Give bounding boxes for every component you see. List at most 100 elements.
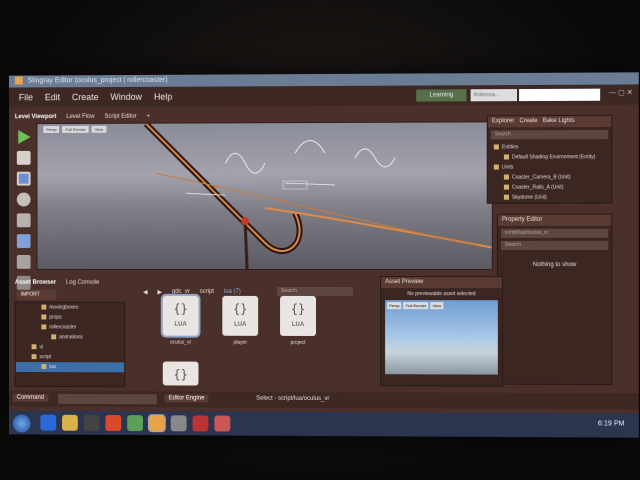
breadcrumb-script[interactable]: script <box>200 289 214 295</box>
app-icon[interactable] <box>105 414 122 431</box>
forward-icon[interactable]: ▶ <box>157 288 162 295</box>
explorer-item-label: Coaster_Camera_B (Unit) <box>511 174 571 181</box>
explorer-tree-item[interactable]: Units <box>488 162 612 172</box>
asset-tile-project[interactable]: {} LUA project <box>272 295 324 346</box>
gamepad-icon[interactable] <box>16 150 31 165</box>
asset-search-input[interactable]: Search <box>277 286 354 297</box>
entity-icon <box>503 194 509 200</box>
lua-file-icon: {} <box>162 361 199 386</box>
explorer-item-label: Default Shading Environment (Entity) <box>511 154 596 161</box>
import-button[interactable]: IMPORT <box>16 289 57 300</box>
asset-preview-panel: Asset Preview No previewable asset selec… <box>380 276 503 387</box>
asset-label: player <box>233 339 247 346</box>
asset-tile-player[interactable]: {} LUA player <box>214 295 266 346</box>
tab-create[interactable]: Create <box>519 118 537 124</box>
scale-tool-icon[interactable] <box>16 213 31 228</box>
browser-icon[interactable] <box>40 414 57 431</box>
tab-explorer[interactable]: Explorer <box>492 118 515 124</box>
explorer-tabs: Explorer Create Bake Lights <box>487 115 612 128</box>
import-label: IMPORT <box>20 291 40 298</box>
stingray-taskbar-icon[interactable] <box>147 414 166 433</box>
media-icon[interactable] <box>83 414 100 431</box>
asset-tree-label: rollercoaster <box>49 324 77 331</box>
menu-window[interactable]: Window <box>110 92 142 102</box>
entity-icon <box>503 154 509 160</box>
asset-label: oculus_vr <box>170 339 192 346</box>
property-search-input[interactable]: Search <box>500 240 609 250</box>
os-taskbar: 6:19 PM <box>8 410 639 438</box>
asset-tile-oculus-vr[interactable]: {} LUA oculus_vr <box>155 293 207 346</box>
asset-tree-item[interactable]: rollercoaster <box>16 322 124 332</box>
asset-tile-partial[interactable]: {} <box>155 361 207 386</box>
status-text: Select - script/lua/oculus_vr <box>256 395 330 403</box>
explorer-tree-item[interactable]: Entities <box>488 142 612 152</box>
command-input[interactable] <box>58 393 157 405</box>
explorer-tree-item[interactable]: Coaster_Rails_A (Unit) <box>488 182 612 192</box>
engine-selector[interactable]: Editor Engine <box>164 394 209 403</box>
preview-persp-button[interactable]: Persp <box>387 302 402 310</box>
asset-tree-item[interactable]: lua <box>15 362 125 373</box>
project-selector[interactable]: Rollercoa... <box>470 89 518 102</box>
app-icon[interactable] <box>192 415 209 432</box>
explorer-tree-item[interactable]: Coaster_Camera_B (Unit) <box>488 172 612 182</box>
asset-preview-viewport[interactable]: Persp Full Render View <box>385 300 498 375</box>
learning-button[interactable]: Learning <box>416 89 467 102</box>
asset-tree-panel: movingboxes props rollercoaster animations u… <box>14 301 126 388</box>
global-search-input[interactable] <box>519 88 601 102</box>
play-icon[interactable] <box>17 130 31 144</box>
tab-script-editor[interactable]: Script Editor <box>104 114 136 120</box>
explorer-item-label: Skydome (Unit) <box>511 194 547 201</box>
breadcrumb-lua[interactable]: lua (7) <box>224 289 241 295</box>
snap-tool-icon[interactable] <box>16 255 31 269</box>
level-viewport[interactable]: Persp Full Render View <box>36 121 493 271</box>
window-controls[interactable]: — ▢ ✕ <box>609 89 633 97</box>
app-icon[interactable] <box>170 415 187 432</box>
menu-create[interactable]: Create <box>72 92 99 102</box>
tab-bake-lights[interactable]: Bake Lights <box>543 118 575 124</box>
asset-tree-item[interactable]: props <box>16 312 124 322</box>
explorer-tree-item[interactable]: Skydome (Unit) <box>488 192 612 202</box>
preview-full-render-button[interactable]: Full Render <box>403 302 429 310</box>
explorer-search-input[interactable]: Search <box>490 129 609 140</box>
preview-view-button[interactable]: View <box>430 302 444 310</box>
menu-edit[interactable]: Edit <box>45 92 60 102</box>
asset-tree-label: props <box>49 314 62 321</box>
start-button-icon[interactable] <box>12 414 31 433</box>
property-path: script/lua/oculus_vr <box>500 228 609 238</box>
add-tab-icon[interactable]: + <box>147 114 150 120</box>
folder-icon <box>41 364 47 370</box>
property-empty-message: Nothing to show <box>532 262 577 269</box>
asset-preview-title: Asset Preview <box>381 277 502 289</box>
menu-help[interactable]: Help <box>154 92 172 102</box>
tab-log-console[interactable]: Log Console <box>66 280 99 286</box>
explorer-item-label: Entities <box>501 144 519 151</box>
folder-icon <box>41 324 47 330</box>
tab-level-flow[interactable]: Level Flow <box>66 114 94 120</box>
tab-level-viewport[interactable]: Level Viewport <box>15 114 57 120</box>
back-icon[interactable]: ◀ <box>143 288 148 295</box>
folder-icon <box>51 334 57 340</box>
menu-file[interactable]: File <box>19 92 33 102</box>
explorer-tree-item[interactable]: Default Shading Environment (Entity) <box>488 152 612 162</box>
asset-tree-item[interactable]: animations <box>16 332 124 342</box>
asset-tree-item[interactable]: ui <box>16 342 124 352</box>
folder-icon <box>31 354 37 360</box>
asset-tree-label: movingboxes <box>49 304 79 311</box>
rotate-tool-icon[interactable] <box>16 192 31 207</box>
app-icon[interactable] <box>214 415 231 432</box>
folder-icon <box>493 164 499 170</box>
asset-tree-item[interactable]: movingboxes <box>16 303 124 313</box>
app-icon[interactable] <box>127 415 143 432</box>
explorer-icon[interactable] <box>62 414 78 431</box>
explorer-item-label: Coaster_Rails_A (Unit) <box>511 184 564 191</box>
asset-tree: movingboxes props rollercoaster animations u… <box>15 303 125 373</box>
command-label[interactable]: Command <box>12 393 48 402</box>
place-tool-icon[interactable] <box>16 234 31 249</box>
move-tool-icon[interactable] <box>16 171 31 186</box>
breadcrumb-gdc-vr[interactable]: gdc_vr <box>172 289 190 295</box>
tab-asset-browser[interactable]: Asset Browser <box>15 280 56 286</box>
app-logo-icon <box>14 76 23 85</box>
projected-screen: Stingray Editor (oculus_project | roller… <box>8 72 639 438</box>
lua-file-icon: {} LUA <box>222 295 259 336</box>
asset-tree-item[interactable]: script <box>16 352 124 362</box>
